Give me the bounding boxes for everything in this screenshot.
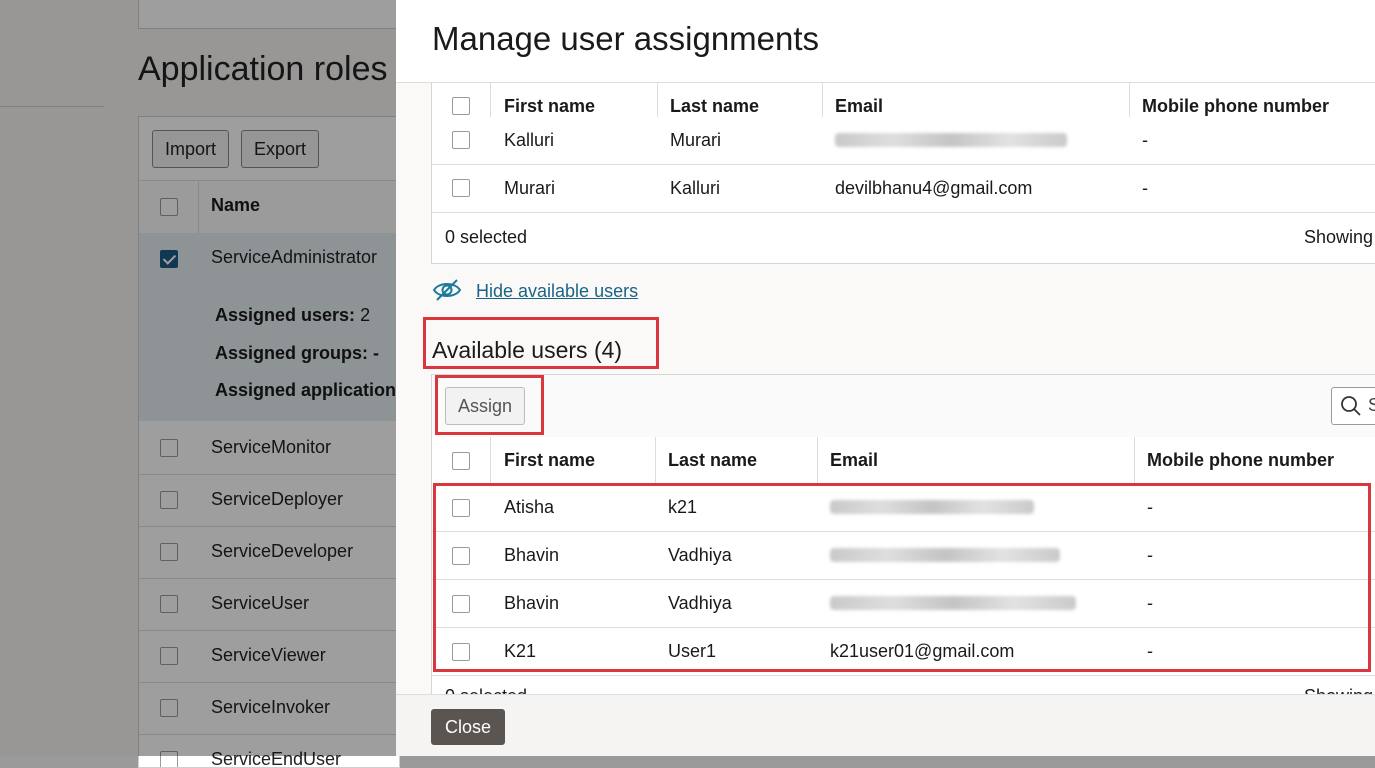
phone-cell: - xyxy=(1142,178,1148,198)
last-name-cell: Murari xyxy=(670,130,722,150)
highlight-box-rows xyxy=(433,483,1371,672)
first-name-header[interactable]: First name xyxy=(504,450,595,471)
search-placeholder: S xyxy=(1368,395,1375,416)
email-header[interactable]: Email xyxy=(835,96,883,117)
select-all-checkbox[interactable] xyxy=(452,97,470,115)
drawer-footer: Close xyxy=(396,694,1375,756)
column-divider xyxy=(655,437,656,484)
hide-available-users-link[interactable]: Hide available users xyxy=(476,281,638,302)
first-name-header[interactable]: First name xyxy=(504,96,595,117)
last-name-header[interactable]: Last name xyxy=(668,450,757,471)
first-name-cell: Kalluri xyxy=(504,130,555,150)
column-divider xyxy=(1134,437,1135,484)
selection-status-bar: 0 selected Showing xyxy=(432,213,1375,263)
close-button[interactable]: Close xyxy=(431,709,506,745)
email-cell-redacted xyxy=(835,130,1067,152)
showing-label: Showing xyxy=(1304,227,1374,247)
row-checkbox[interactable] xyxy=(452,179,470,197)
table-row[interactable]: Kalluri Murari - xyxy=(432,117,1375,165)
row-checkbox[interactable] xyxy=(452,131,470,149)
last-name-cell: Kalluri xyxy=(670,178,721,198)
drawer-body[interactable]: First name Last name Email Mobile phone … xyxy=(396,82,1375,695)
column-divider xyxy=(490,437,491,484)
email-cell: devilbhanu4@gmail.com xyxy=(835,178,1033,198)
selected-count: 0 selected xyxy=(445,227,528,247)
phone-cell: - xyxy=(1142,130,1148,150)
select-all-checkbox[interactable] xyxy=(452,452,470,470)
mobile-phone-header[interactable]: Mobile phone number xyxy=(1142,96,1329,117)
email-header[interactable]: Email xyxy=(830,450,878,471)
mobile-phone-header[interactable]: Mobile phone number xyxy=(1147,450,1334,471)
highlight-box-heading xyxy=(423,317,659,369)
eye-slash-icon[interactable] xyxy=(432,277,462,303)
last-name-header[interactable]: Last name xyxy=(670,96,759,117)
table-header-row: First name Last name Email Mobile phone … xyxy=(432,437,1375,485)
highlight-box-assign xyxy=(435,375,544,435)
drawer-title: Manage user assignments xyxy=(432,20,820,57)
column-divider xyxy=(817,437,818,484)
search-input[interactable]: S xyxy=(1331,387,1375,425)
search-icon xyxy=(1341,396,1361,416)
table-toolbar: Assign S xyxy=(432,375,1375,438)
selection-status-bar: 0 selected Showing xyxy=(432,676,1375,695)
first-name-cell: Murari xyxy=(504,178,556,198)
manage-user-assignments-drawer: Manage user assignments First name Last … xyxy=(396,0,1375,756)
table-row[interactable]: Murari Kalluri devilbhanu4@gmail.com - xyxy=(432,165,1375,213)
assigned-users-table: First name Last name Email Mobile phone … xyxy=(431,83,1375,264)
redacted-email xyxy=(835,133,1067,147)
